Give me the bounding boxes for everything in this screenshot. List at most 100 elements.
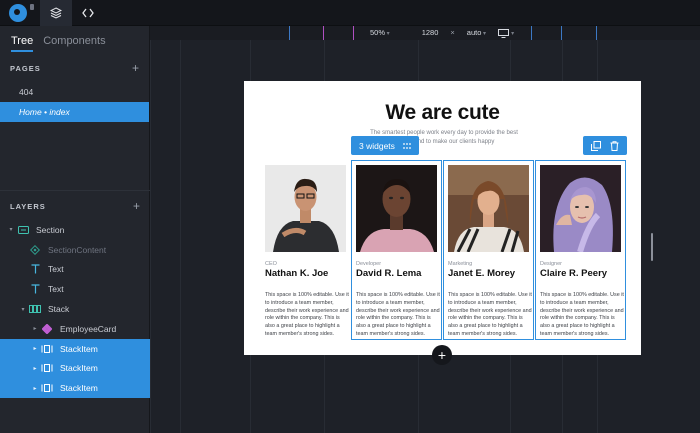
layer-label: StackItem	[60, 343, 98, 354]
device-select[interactable]	[498, 28, 514, 38]
add-block-button[interactable]: +	[432, 345, 452, 365]
employee-name[interactable]: David R. Lema	[356, 268, 421, 279]
expand-caret-icon[interactable]: ▸	[30, 385, 40, 392]
expand-caret-icon[interactable]: ▸	[30, 365, 40, 372]
layer-item-text[interactable]: Text	[0, 279, 150, 299]
component-outline-icon	[28, 244, 42, 256]
tab-tree[interactable]: Tree	[11, 35, 34, 52]
canvas-scrollbar[interactable]	[651, 233, 653, 261]
tab-components[interactable]: Components	[43, 35, 105, 47]
employee-photo[interactable]	[356, 165, 437, 252]
expand-caret-icon[interactable]: ▸	[30, 345, 40, 352]
section-icon	[16, 224, 30, 236]
logo-badge	[30, 4, 34, 10]
employee-role[interactable]: CEO	[265, 261, 277, 267]
pages-title: PAGES	[10, 63, 41, 73]
employee-name[interactable]: Nathan K. Joe	[265, 268, 328, 279]
selection-count: 3 widgets	[359, 140, 395, 151]
viewport-toolbar: 50% 1280 × auto	[150, 26, 700, 40]
employee-card[interactable]: Developer David R. Lema This space is 10…	[351, 160, 442, 340]
grid-line	[150, 26, 151, 433]
layers-title: LAYERS	[10, 201, 46, 211]
employee-role[interactable]: Designer	[540, 261, 562, 267]
stackitem-icon	[40, 382, 54, 394]
delete-icon[interactable]	[610, 140, 619, 151]
breakpoint-marker	[353, 26, 354, 40]
zoom-select[interactable]: 50%	[370, 28, 390, 37]
expand-caret-icon[interactable]: ▾	[18, 306, 28, 313]
add-layer-icon[interactable]: +	[133, 199, 141, 213]
layer-item-text[interactable]: Text	[0, 260, 150, 280]
code-icon	[82, 8, 94, 18]
layer-item-sectioncontent[interactable]: SectionContent	[0, 240, 150, 260]
text-icon	[28, 263, 42, 275]
employee-card[interactable]: Marketing Janet E. Morey This space is 1…	[443, 160, 534, 340]
panel-divider	[0, 190, 150, 191]
page-item-label: Home • index	[19, 107, 70, 117]
quarkly-logo-icon[interactable]	[9, 4, 27, 22]
height-select[interactable]: auto	[467, 28, 486, 37]
layers-icon	[50, 7, 62, 19]
expand-caret-icon[interactable]: ▸	[30, 325, 40, 332]
duplicate-icon[interactable]	[591, 140, 602, 151]
employee-card[interactable]: CEO Nathan K. Joe This space is 100% edi…	[260, 160, 351, 340]
times-separator: ×	[450, 28, 455, 38]
employee-description[interactable]: This space is 100% editable. Use it to i…	[356, 292, 440, 339]
page-preview[interactable]: We are cute The smartest people work eve…	[244, 81, 641, 355]
page-item-404[interactable]: 404	[0, 82, 149, 102]
code-button[interactable]	[72, 0, 104, 26]
layer-item-stackitem[interactable]: ▸ StackItem	[0, 378, 150, 399]
employee-card[interactable]: Designer Claire R. Peery This space is 1…	[535, 160, 626, 340]
page-item-home[interactable]: Home • index	[0, 102, 149, 122]
layers-button[interactable]	[40, 0, 72, 26]
panel-tabs: Tree Components	[0, 26, 149, 56]
layer-item-stackitem[interactable]: ▸ StackItem	[0, 338, 150, 359]
selection-badge[interactable]: 3 widgets	[351, 136, 419, 155]
breakpoint-marker	[596, 26, 597, 40]
add-page-icon[interactable]: +	[132, 61, 140, 75]
portrait-illustration	[356, 165, 437, 252]
employee-description[interactable]: This space is 100% editable. Use it to i…	[448, 292, 532, 339]
top-bar	[0, 0, 700, 26]
layers-section: LAYERS + ▾ Section SectionContent Text Text ▾…	[0, 195, 150, 399]
layer-label: EmployeeCard	[60, 323, 117, 334]
grid-line	[180, 26, 181, 433]
layer-label: SectionContent	[48, 244, 107, 255]
employee-description[interactable]: This space is 100% editable. Use it to i…	[540, 292, 624, 339]
expand-caret-icon[interactable]: ▾	[6, 226, 16, 233]
layer-list: ▾ Section SectionContent Text Text ▾ Stack ▸ Emp…	[0, 220, 150, 399]
drag-handle-icon[interactable]	[403, 142, 411, 149]
employee-role[interactable]: Marketing	[448, 261, 472, 267]
layer-item-stackitem[interactable]: ▸ StackItem	[0, 358, 150, 379]
employee-description[interactable]: This space is 100% editable. Use it to i…	[265, 292, 349, 339]
text-icon	[28, 283, 42, 295]
breakpoint-marker	[561, 26, 562, 40]
employee-role[interactable]: Developer	[356, 261, 381, 267]
employee-name[interactable]: Claire R. Peery	[540, 268, 607, 279]
portrait-illustration	[448, 165, 529, 252]
breakpoint-marker	[323, 26, 324, 40]
layer-item-employeecard[interactable]: ▸ EmployeeCard	[0, 319, 150, 339]
employee-name[interactable]: Janet E. Morey	[448, 268, 515, 279]
layer-label: Text	[48, 264, 64, 275]
stackitem-icon	[40, 343, 54, 355]
component-icon	[40, 323, 54, 335]
preview-heading[interactable]: We are cute	[244, 101, 641, 125]
canvas-area[interactable]: 50% 1280 × auto We are cute The smartest…	[150, 26, 700, 433]
page-item-label: 404	[19, 87, 34, 97]
stackitem-icon	[40, 362, 54, 374]
width-input[interactable]: 1280	[422, 28, 439, 37]
stack-icon	[28, 303, 42, 315]
employee-photo[interactable]	[448, 165, 529, 252]
layers-header: LAYERS +	[0, 195, 150, 217]
employee-photo[interactable]	[540, 165, 621, 252]
desktop-icon	[498, 28, 510, 38]
portrait-illustration	[540, 165, 621, 252]
pages-header: PAGES +	[0, 57, 149, 79]
employee-photo[interactable]	[265, 165, 346, 252]
layer-item-stack[interactable]: ▾ Stack	[0, 299, 150, 319]
viewport-controls: 50% 1280 × auto	[370, 28, 514, 38]
portrait-illustration	[265, 165, 346, 252]
layer-label: Text	[48, 284, 64, 295]
layer-item-section[interactable]: ▾ Section	[0, 220, 150, 240]
